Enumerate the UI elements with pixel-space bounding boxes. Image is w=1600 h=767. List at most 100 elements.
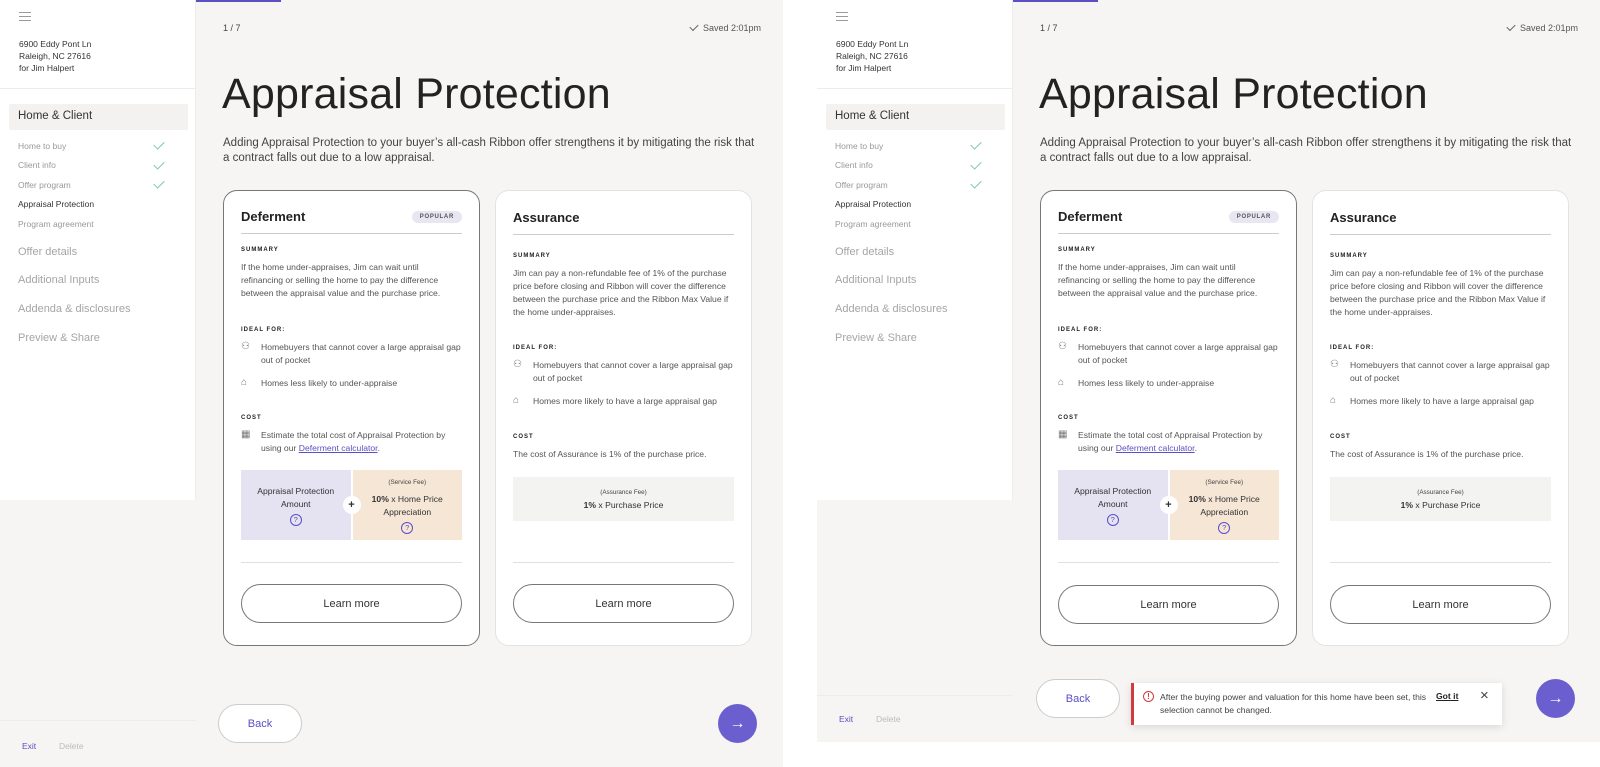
substep-program-agreement[interactable]: Program agreement: [835, 214, 983, 234]
check-icon: [153, 158, 165, 170]
saved-status: Saved 2:01pm: [689, 21, 761, 33]
summary-label: SUMMARY: [1330, 253, 1368, 259]
section-offer-details[interactable]: Offer details: [835, 246, 894, 258]
popular-badge: POPULAR: [411, 211, 462, 223]
learn-more-button[interactable]: Learn more: [1330, 585, 1551, 624]
divider: [1058, 562, 1279, 563]
section-addenda-disclosures[interactable]: Addenda & disclosures: [18, 303, 131, 315]
page-title: Appraisal Protection: [1039, 70, 1428, 118]
substep-program-agreement[interactable]: Program agreement: [18, 214, 166, 234]
summary-text: Jim can pay a non-refundable fee of 1% o…: [1330, 268, 1546, 317]
summary-label: SUMMARY: [241, 247, 279, 253]
assurance-card[interactable]: Assurance SUMMARY Jim can pay a non-refu…: [1312, 190, 1569, 646]
substep-label: Appraisal Protection: [835, 199, 912, 210]
substep-label: Client info: [835, 160, 873, 171]
summary-text: If the home under-appraises, Jim can wai…: [241, 262, 441, 298]
deferment-card[interactable]: Deferment POPULAR SUMMARY If the home un…: [1040, 190, 1297, 646]
arrow-right-icon: →: [1547, 689, 1564, 707]
substep-offer-program[interactable]: Offer program: [18, 175, 166, 195]
right-screen: 6900 Eddy Pont Ln Raleigh, NC 27616 for …: [817, 0, 1600, 742]
saved-label: Saved 2:01pm: [1519, 23, 1578, 33]
ideal-text: Homes less likely to under-appraise: [1078, 378, 1215, 388]
divider: [513, 234, 734, 235]
close-icon[interactable]: ×: [1480, 687, 1489, 704]
card-title: Assurance: [1330, 210, 1397, 225]
service-fee-label: (Service Fee): [388, 479, 427, 486]
ideal-item: ⚇ Homebuyers that cannot cover a large ap…: [1330, 359, 1551, 385]
assurance-fee-label: (Assurance Fee): [1417, 488, 1464, 496]
ideal-item: ⌂ Homes more likely to have a large appra…: [513, 395, 734, 408]
fee-percent: 1%: [1400, 499, 1414, 510]
next-button[interactable]: →: [718, 704, 757, 743]
help-icon[interactable]: ?: [289, 513, 302, 526]
substep-client-info[interactable]: Client info: [835, 156, 983, 176]
address-line-1: 6900 Eddy Pont Ln: [19, 39, 92, 49]
check-icon: [1506, 21, 1516, 32]
ideal-text: Homes more likely to have a large apprai…: [1350, 396, 1534, 406]
ideal-item: ⌂ Homes more likely to have a large appra…: [1330, 395, 1551, 408]
assurance-fee-box: (Assurance Fee) 1% x Purchase Price: [513, 477, 734, 521]
ideal-text: Homebuyers that cannot cover a large app…: [261, 342, 461, 365]
hamburger-menu-icon[interactable]: [836, 12, 848, 22]
calculator-icon: ▦: [241, 429, 251, 440]
check-icon: [970, 158, 982, 170]
exit-link[interactable]: Exit: [839, 714, 853, 724]
got-it-button[interactable]: Got it: [1436, 691, 1458, 701]
cost-label: COST: [1058, 415, 1079, 421]
page-title: Appraisal Protection: [222, 70, 611, 118]
card-title: Deferment: [241, 209, 306, 224]
learn-more-button[interactable]: Learn more: [241, 584, 462, 623]
deferment-calculator-link[interactable]: Deferment calculator: [1116, 443, 1195, 453]
substep-list: Home to buy Client info Offer program Ap…: [835, 136, 983, 234]
section-preview-share[interactable]: Preview & Share: [18, 332, 100, 344]
cost-label: COST: [1330, 434, 1351, 440]
progress-bar: [196, 0, 281, 2]
assurance-fee-label: (Assurance Fee): [600, 488, 647, 496]
back-button[interactable]: Back: [1036, 679, 1120, 718]
toast-message: After the buying power and valuation for…: [1160, 692, 1427, 715]
deferment-card[interactable]: Deferment POPULAR SUMMARY If the home un…: [223, 190, 480, 646]
substep-appraisal-protection[interactable]: Appraisal Protection: [835, 195, 983, 215]
ideal-text: Homebuyers that cannot cover a large app…: [1350, 360, 1550, 383]
section-home-client[interactable]: Home & Client: [826, 104, 1005, 130]
formula-left: Appraisal Protection Amount?: [1058, 470, 1168, 540]
deferment-calculator-link[interactable]: Deferment calculator: [299, 443, 378, 453]
substep-client-info[interactable]: Client info: [18, 156, 166, 176]
section-home-client[interactable]: Home & Client: [9, 104, 188, 130]
assurance-card[interactable]: Assurance SUMMARY Jim can pay a non-refu…: [495, 190, 752, 646]
substep-offer-program[interactable]: Offer program: [835, 175, 983, 195]
popular-badge: POPULAR: [1228, 211, 1279, 223]
divider: [817, 88, 1012, 89]
calculator-icon: ▦: [1058, 429, 1068, 440]
section-additional-inputs[interactable]: Additional Inputs: [18, 274, 99, 286]
deferment-formula: Appraisal Protection Amount? (Service Fe…: [241, 470, 462, 540]
ideal-label: IDEAL FOR:: [513, 345, 558, 351]
fee-text: x Home Price Appreciation: [1200, 494, 1260, 517]
substep-home-to-buy[interactable]: Home to buy: [835, 136, 983, 156]
delete-link[interactable]: Delete: [876, 714, 901, 724]
exit-link[interactable]: Exit: [22, 741, 36, 751]
intro-text: Adding Appraisal Protection to your buye…: [223, 137, 755, 164]
section-preview-share[interactable]: Preview & Share: [835, 332, 917, 344]
back-button[interactable]: Back: [218, 704, 302, 743]
help-icon[interactable]: ?: [1106, 513, 1119, 526]
section-addenda-disclosures[interactable]: Addenda & disclosures: [835, 303, 948, 315]
delete-link[interactable]: Delete: [59, 741, 84, 751]
summary-label: SUMMARY: [513, 253, 551, 259]
divider: [241, 562, 462, 563]
saved-label: Saved 2:01pm: [702, 23, 761, 33]
cost-text-end: .: [377, 443, 380, 453]
client-name: for Jim Halpert: [19, 63, 75, 73]
section-additional-inputs[interactable]: Additional Inputs: [835, 274, 916, 286]
help-icon[interactable]: ?: [1218, 522, 1231, 534]
cost-label: COST: [513, 434, 534, 440]
substep-appraisal-protection[interactable]: Appraisal Protection: [18, 195, 166, 215]
hamburger-menu-icon[interactable]: [19, 12, 31, 22]
learn-more-button[interactable]: Learn more: [513, 584, 734, 623]
substep-home-to-buy[interactable]: Home to buy: [18, 136, 166, 156]
ideal-item: ⚇ Homebuyers that cannot cover a large ap…: [241, 341, 462, 367]
section-offer-details[interactable]: Offer details: [18, 246, 77, 258]
help-icon[interactable]: ?: [401, 522, 414, 534]
next-button[interactable]: →: [1536, 679, 1575, 718]
learn-more-button[interactable]: Learn more: [1058, 585, 1279, 624]
